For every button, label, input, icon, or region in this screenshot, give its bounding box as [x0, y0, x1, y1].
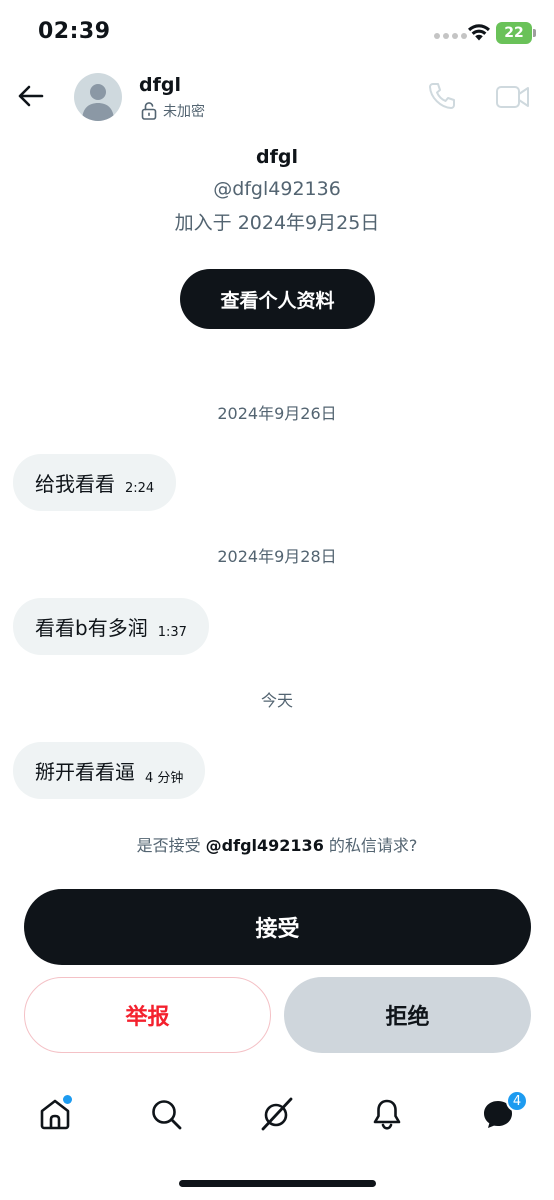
default-avatar-icon [82, 84, 114, 121]
unlock-icon [141, 102, 157, 120]
battery-level: 22 [504, 25, 524, 41]
header-name: dfgl [139, 74, 181, 96]
message-time: 2:24 [125, 481, 155, 496]
report-button[interactable]: 举报 [24, 977, 271, 1053]
message-bubble[interactable]: 给我看看 2:24 [13, 454, 177, 511]
call-button[interactable] [426, 80, 458, 112]
wifi-icon [468, 24, 490, 41]
message-text: 掰开看看逼 [35, 760, 135, 784]
home-notification-dot [63, 1095, 72, 1104]
home-indicator [179, 1180, 376, 1187]
bottom-nav: 4 [0, 1082, 554, 1146]
encryption-status: 未加密 [141, 101, 205, 121]
status-time: 02:39 [38, 19, 111, 44]
grok-icon [261, 1097, 293, 1131]
nav-notifications[interactable] [365, 1092, 409, 1136]
nav-search[interactable] [144, 1092, 188, 1136]
date-separator: 2024年9月26日 [217, 404, 337, 423]
request-prefix: 是否接受 [136, 836, 206, 855]
nav-home[interactable] [33, 1092, 77, 1136]
message-time: 1:37 [157, 625, 187, 640]
decline-button[interactable]: 拒绝 [284, 977, 531, 1053]
status-bar: 02:39 22 [0, 0, 554, 66]
date-separator: 今天 [260, 691, 293, 710]
message-bubble[interactable]: 看看b有多润 1:37 [13, 598, 209, 655]
request-suffix: 的私信请求? [323, 836, 418, 855]
search-icon [152, 1100, 182, 1130]
video-call-button[interactable] [495, 82, 531, 112]
encryption-label: 未加密 [163, 104, 205, 120]
profile-handle: @dfgl492136 [213, 178, 341, 200]
accept-button[interactable]: 接受 [24, 889, 531, 965]
date-separator: 2024年9月28日 [217, 547, 337, 566]
avatar[interactable] [74, 73, 122, 121]
message-bubble[interactable]: 掰开看看逼 4 分钟 [13, 742, 206, 799]
nav-grok[interactable] [255, 1092, 299, 1136]
signal-icon [434, 33, 467, 39]
message-text: 看看b有多润 [35, 616, 148, 640]
battery-indicator: 22 [496, 22, 536, 44]
message-text: 给我看看 [35, 472, 115, 496]
profile-joined-date: 加入于 2024年9月25日 [174, 212, 380, 234]
messages-count-badge: 4 [506, 1090, 528, 1112]
view-profile-button[interactable]: 查看个人资料 [180, 269, 375, 329]
phone-icon [429, 83, 455, 109]
request-handle: @dfgl492136 [205, 836, 324, 855]
video-icon [496, 86, 529, 108]
arrow-left-icon [18, 85, 44, 107]
profile-name: dfgl [256, 146, 298, 168]
message-request-prompt: 是否接受 @dfgl492136 的私信请求? [0, 832, 554, 856]
message-time: 4 分钟 [145, 771, 184, 786]
bell-icon [373, 1099, 401, 1130]
conversation-header: dfgl 未加密 [0, 66, 554, 132]
nav-messages[interactable]: 4 [476, 1090, 528, 1136]
back-button[interactable] [14, 80, 46, 112]
